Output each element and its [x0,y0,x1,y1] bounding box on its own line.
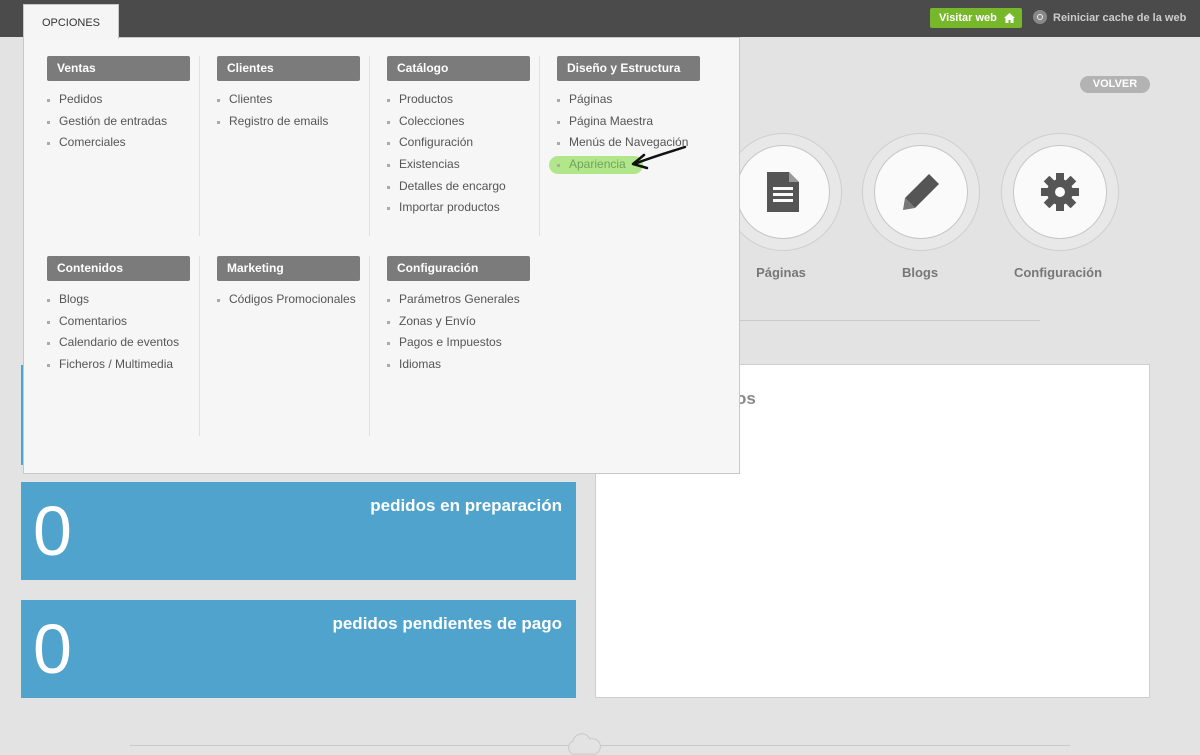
stat-box-pendientes-pago[interactable]: 0 pedidos pendientes de pago [21,600,576,698]
menu-header-diseno: Diseño y Estructura [557,56,700,81]
menu-header-catalogo: Catálogo [387,56,530,81]
menu-item-comentarios[interactable]: Comentarios [47,311,217,333]
volver-button[interactable]: VOLVER [1080,76,1150,93]
shortcut-blogs-label: Blogs [901,265,939,280]
menu-item-configuracion-catalogo[interactable]: Configuración [387,132,557,154]
menu-item-pagos-impuestos[interactable]: Pagos e Impuestos [387,332,557,354]
menu-item-idiomas[interactable]: Idiomas [387,354,557,376]
menu-item-ficheros-multimedia[interactable]: Ficheros / Multimedia [47,354,217,376]
stat-label: pedidos pendientes de pago [332,614,562,633]
reset-cache-link[interactable]: Reiniciar cache de la web [1033,10,1187,25]
menu-item-calendario-eventos[interactable]: Calendario de eventos [47,332,217,354]
menu-item-productos[interactable]: Productos [387,89,557,111]
stat-box-preparacion[interactable]: 0 pedidos en preparación [21,482,576,580]
menu-item-zonas-envio[interactable]: Zonas y Envío [387,311,557,333]
divider [740,320,1040,321]
annotation-arrow-icon [631,145,687,170]
stat-value: 0 [33,492,72,570]
visit-web-button[interactable]: Visitar web [930,8,1022,28]
menu-column-marketing: Marketing Códigos Promocionales [217,256,387,311]
menu-item-paginas[interactable]: Páginas [557,89,727,111]
options-dropdown-menu: Ventas Pedidos Gestión de entradas Comer… [23,37,740,474]
menu-item-detalles-encargo[interactable]: Detalles de encargo [387,176,557,198]
menu-item-existencias[interactable]: Existencias [387,154,557,176]
menu-header-configuracion: Configuración [387,256,530,281]
stat-value: 0 [33,610,72,688]
refresh-icon [1033,10,1047,24]
menu-item-blogs[interactable]: Blogs [47,289,217,311]
menu-column-configuracion: Configuración Parámetros Generales Zonas… [387,256,557,376]
pencil-icon [903,174,939,210]
menu-item-gestion-entradas[interactable]: Gestión de entradas [47,111,217,133]
menu-item-clientes[interactable]: Clientes [217,89,387,111]
menu-item-parametros-generales[interactable]: Parámetros Generales [387,289,557,311]
menu-header-contenidos: Contenidos [47,256,190,281]
shortcut-configuracion-label: Configuración [1013,265,1103,280]
menu-item-registro-emails[interactable]: Registro de emails [217,111,387,133]
document-icon [767,172,799,212]
stat-label: pedidos en preparación [370,496,562,515]
shortcut-configuracion[interactable] [1001,133,1119,251]
menu-item-codigos-promocionales[interactable]: Códigos Promocionales [217,289,387,311]
top-bar: Visitar web Reiniciar cache de la web [0,0,1200,37]
menu-column-contenidos: Contenidos Blogs Comentarios Calendario … [47,256,217,376]
menu-column-catalogo: Catálogo Productos Colecciones Configura… [387,56,557,219]
shortcut-blogs[interactable] [862,133,980,251]
menu-column-ventas: Ventas Pedidos Gestión de entradas Comer… [47,56,217,154]
menu-item-comerciales[interactable]: Comerciales [47,132,217,154]
shortcut-paginas[interactable] [724,133,842,251]
opciones-tab[interactable]: OPCIONES [23,4,119,39]
menu-header-clientes: Clientes [217,56,360,81]
menu-item-importar-productos[interactable]: Importar productos [387,197,557,219]
reset-cache-label: Reiniciar cache de la web [1053,11,1187,24]
menu-item-pedidos[interactable]: Pedidos [47,89,217,111]
menu-header-ventas: Ventas [47,56,190,81]
menu-item-colecciones[interactable]: Colecciones [387,111,557,133]
home-icon [1004,13,1015,23]
menu-column-clientes: Clientes Clientes Registro de emails [217,56,387,132]
menu-item-pagina-maestra[interactable]: Página Maestra [557,111,727,133]
cloud-icon [568,733,601,755]
gear-icon [1041,173,1079,211]
visit-web-label: Visitar web [939,12,997,24]
menu-header-marketing: Marketing [217,256,360,281]
